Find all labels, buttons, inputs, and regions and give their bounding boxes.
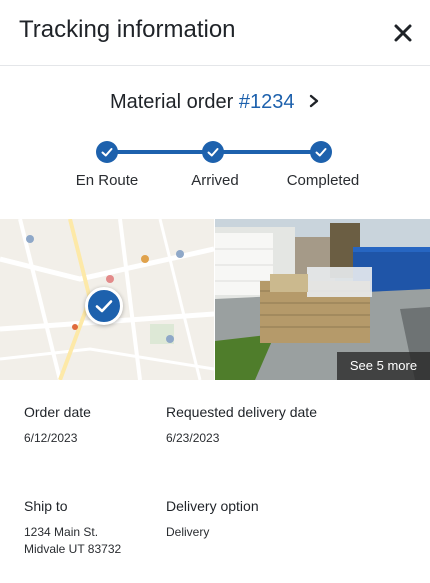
see-more-photos-button[interactable]: See 5 more — [337, 352, 430, 380]
order-date-value: 6/12/2023 — [24, 431, 78, 445]
order-number: #1234 — [238, 91, 295, 113]
delivery-option-value: Delivery — [166, 525, 210, 539]
delivery-media: See 5 more — [0, 219, 430, 380]
step-label-completed: Completed — [286, 172, 360, 189]
step-en-route-dot — [96, 141, 118, 163]
step-completed-dot — [310, 141, 332, 163]
check-icon — [315, 148, 327, 157]
requested-delivery-date-label: Requested delivery date — [166, 404, 317, 420]
delivery-map[interactable] — [0, 219, 214, 380]
step-label-arrived: Arrived — [191, 172, 239, 189]
order-prefix: Material order — [109, 91, 239, 113]
step-label-en-route: En Route — [75, 172, 139, 189]
requested-delivery-date-value: 6/23/2023 — [166, 431, 220, 445]
modal-title: Tracking information — [19, 16, 236, 43]
modal-header: Tracking information — [0, 0, 430, 66]
close-icon — [394, 24, 412, 42]
order-date-label: Order date — [24, 404, 91, 420]
chevron-right-icon — [308, 91, 320, 114]
ship-to-line1: 1234 Main St. — [24, 525, 99, 539]
close-button[interactable] — [390, 20, 416, 46]
ship-to-line2: Midvale UT 83732 — [24, 542, 122, 556]
check-icon — [101, 148, 113, 157]
delivery-photo[interactable]: See 5 more — [215, 219, 430, 380]
check-icon — [95, 300, 113, 313]
ship-to-label: Ship to — [24, 498, 68, 514]
step-arrived-dot — [202, 141, 224, 163]
order-link[interactable]: Material order #1234 — [0, 91, 430, 114]
delivery-location-marker — [85, 287, 123, 325]
delivery-option-label: Delivery option — [166, 498, 259, 514]
check-icon — [207, 148, 219, 157]
tracking-progress: En Route Arrived Completed — [0, 140, 430, 200]
